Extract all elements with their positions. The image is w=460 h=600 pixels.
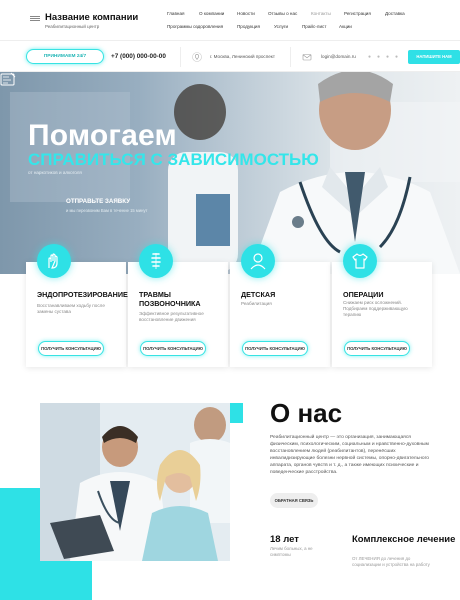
get-consultation-button[interactable]: ПОЛУЧИТЬ КОНСУЛЬТАЦИЮ — [38, 341, 104, 356]
nav-item-delivery[interactable]: Доставка — [385, 11, 405, 16]
service-description: Реабилитация — [241, 301, 272, 306]
get-consultation-button[interactable]: ПОЛУЧИТЬ КОНСУЛЬТАЦИЮ — [242, 341, 308, 356]
nav-item-promo[interactable]: Акции — [339, 24, 352, 29]
shirt-icon — [343, 244, 377, 278]
instagram-icon[interactable]: ● — [395, 54, 398, 60]
nav-item-services[interactable]: Услуги — [274, 24, 288, 29]
email-link[interactable]: login@domain.ru — [321, 54, 356, 59]
nav-item-register[interactable]: Регистрация — [344, 11, 371, 16]
hero-subtitle: справиться с зависимостью — [28, 150, 319, 169]
request-subtitle: и мы перезвоним Вам в течение 15 минут — [66, 208, 148, 213]
nav-item-contacts[interactable]: Контакты — [311, 11, 331, 16]
accept-24-7-badge[interactable]: ПРИНИМАЕМ 24/7 — [26, 49, 104, 64]
feedback-button[interactable]: ОБРАТНАЯ СВЯЗЬ — [270, 493, 318, 508]
phone-number[interactable]: +7 (000) 000-00-00 — [111, 53, 166, 60]
logo-icon[interactable] — [30, 16, 40, 22]
decorative-block — [230, 403, 243, 423]
nav-item-programs[interactable]: Программы оздоровления — [167, 24, 223, 29]
divider — [180, 47, 181, 67]
request-form-icon[interactable] — [0, 72, 16, 86]
address-text[interactable]: г. Москва, Ленинский проспект — [210, 54, 275, 59]
company-name[interactable]: Название компании — [45, 12, 138, 23]
company-subtitle: Реабилитационный центр — [45, 24, 100, 29]
service-title: ТРАВМЫ ПОЗВОНОЧНИКА — [139, 290, 201, 308]
top-header: Название компании Реабилитационный центр… — [0, 0, 460, 40]
nav-item-about[interactable]: О компании — [199, 11, 224, 16]
service-title: ЭНДОПРОТЕЗИРОВАНИЕ — [37, 290, 128, 299]
hero-banner: Помогаем справиться с зависимостью от на… — [0, 72, 460, 274]
service-description: Восстанавливаем ходьбу после замены суст… — [37, 303, 105, 314]
facebook-icon[interactable]: ● — [377, 54, 380, 60]
contact-bar: ПРИНИМАЕМ 24/7 +7 (000) 000-00-00 г. Мос… — [0, 40, 460, 72]
twitter-icon[interactable]: ● — [386, 54, 389, 60]
spine-icon — [139, 244, 173, 278]
vk-icon[interactable]: ● — [368, 54, 371, 60]
hero-title: Помогаем — [28, 119, 177, 152]
location-pin-icon — [192, 52, 202, 62]
get-consultation-button[interactable]: ПОЛУЧИТЬ КОНСУЛЬТАЦИЮ — [140, 341, 206, 356]
hero-caption: от наркотиков и алкоголя — [28, 170, 82, 175]
write-us-button[interactable]: НАПИШИТЕ НАМ — [408, 50, 460, 64]
nav-item-prices[interactable]: Прайс-лист — [302, 24, 326, 29]
nav-item-reviews[interactable]: Отзывы о нас — [268, 11, 297, 16]
stat-years-description: Лечим больных, а не симптомы — [270, 546, 313, 557]
about-text: Реабилитационный центр — это организация… — [270, 435, 430, 476]
nav-item-home[interactable]: Главная — [167, 11, 184, 16]
nav-item-news[interactable]: Новости — [237, 11, 255, 16]
service-description: Снижаем риск осложнений. Подбираем подде… — [343, 300, 408, 317]
service-description: Эффективное результативное восстановлени… — [139, 311, 204, 322]
mail-icon — [302, 54, 312, 61]
divider — [290, 47, 291, 67]
stat-complex-treatment: Комплексное лечение — [352, 534, 456, 545]
stat-years: 18 лет — [270, 534, 299, 545]
nav-item-products[interactable]: Продукция — [237, 24, 260, 29]
service-title: ДЕТСКАЯ — [241, 290, 276, 299]
child-icon — [241, 244, 275, 278]
about-title: О нас — [270, 398, 343, 428]
request-title[interactable]: ОТПРАВЬТЕ ЗАЯВКУ — [66, 198, 130, 205]
get-consultation-button[interactable]: ПОЛУЧИТЬ КОНСУЛЬТАЦИЮ — [344, 341, 410, 356]
hand-icon — [37, 244, 71, 278]
service-title: ОПЕРАЦИИ — [343, 290, 384, 299]
stat-complex-treatment-description: От ЛЕЧЕНИЯ до лечения до социализации и … — [352, 556, 430, 567]
about-doctors-photo — [40, 403, 230, 561]
